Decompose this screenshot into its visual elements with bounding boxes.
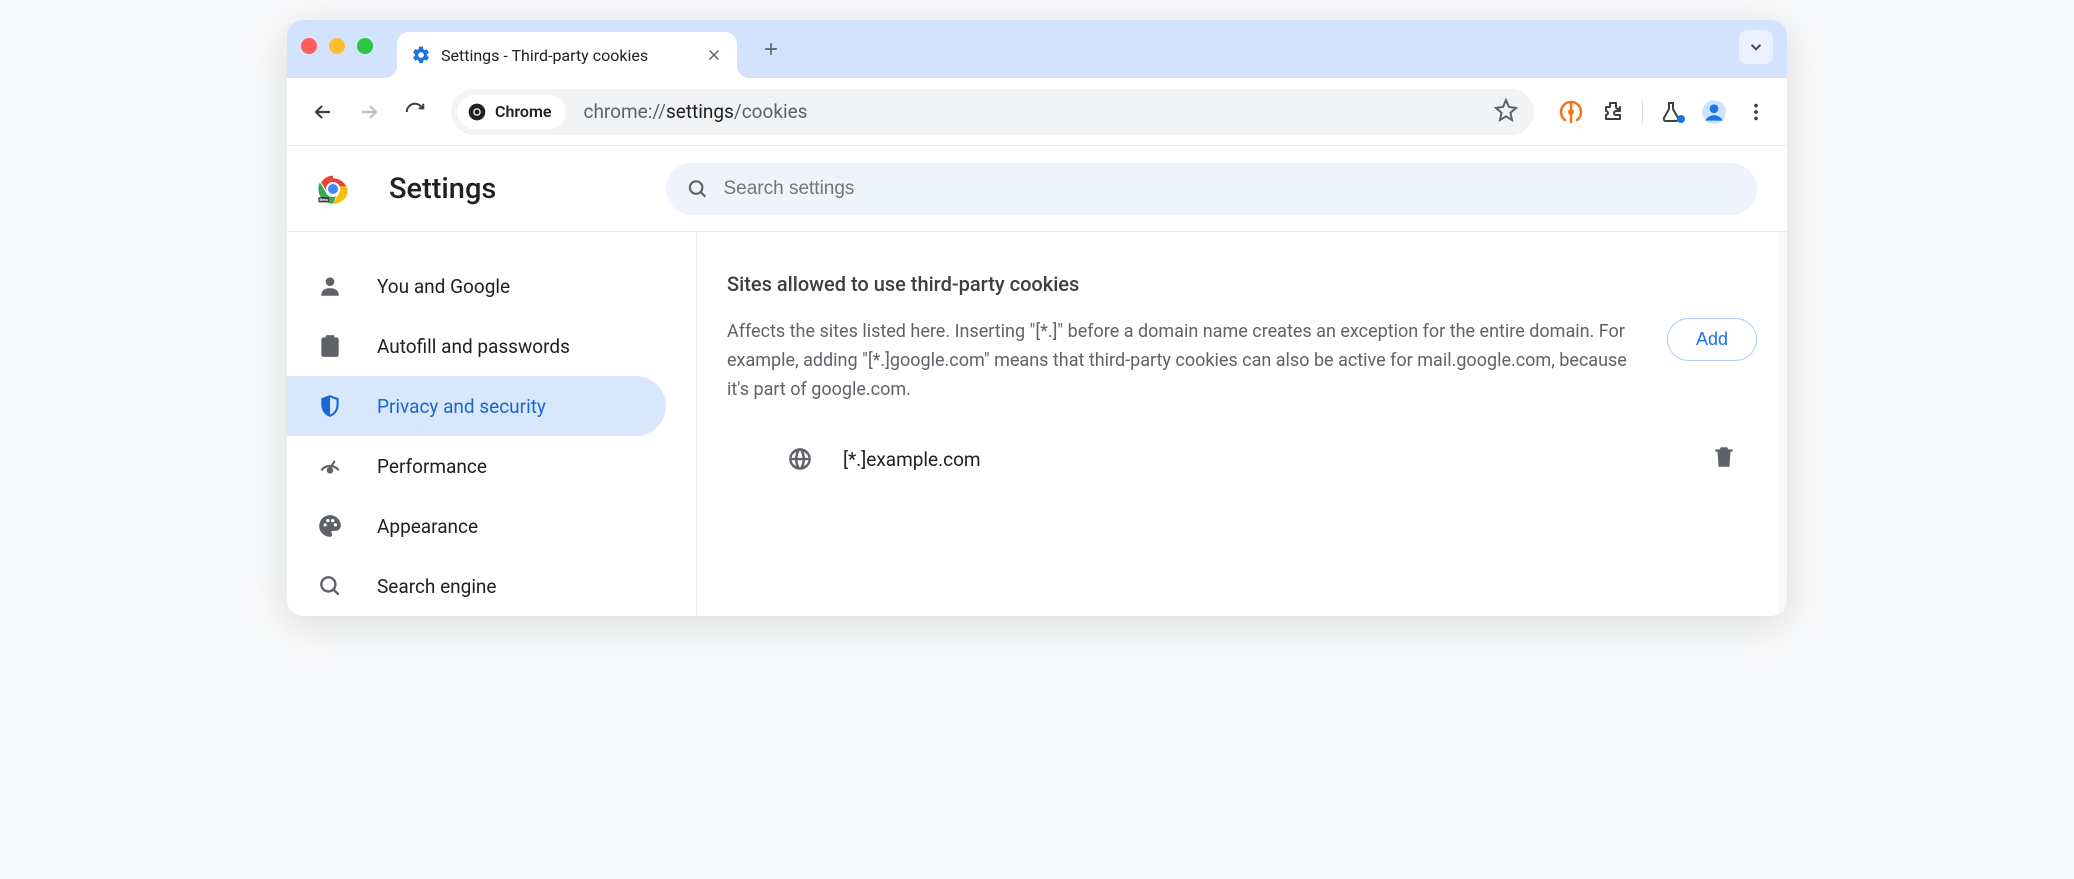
sidebar-label: You and Google [377,275,510,298]
profile-button[interactable] [1701,99,1727,125]
settings-gear-icon [411,45,431,65]
sidebar-label: Autofill and passwords [377,335,570,358]
chevron-down-icon [1747,38,1765,56]
clipboard-icon [317,333,343,359]
search-settings-field[interactable] [666,163,1757,215]
sidebar-label: Performance [377,455,487,478]
person-icon [317,273,343,299]
sidebar-item-search-engine[interactable]: Search engine [287,556,666,616]
svg-text:Beta: Beta [320,197,329,202]
settings-body: You and Google Autofill and passwords Pr… [287,232,1787,616]
reload-button[interactable] [397,94,433,130]
address-bar[interactable]: Chrome chrome://settings/cookies [451,89,1534,135]
arrow-left-icon [311,100,335,124]
sidebar-item-appearance[interactable]: Appearance [287,496,666,556]
palette-icon [317,513,343,539]
minimize-window-button[interactable] [329,38,345,54]
shield-icon [317,393,343,419]
sidebar-item-you-and-google[interactable]: You and Google [287,256,666,316]
sidebar-label: Appearance [377,515,478,538]
close-tab-icon[interactable] [705,46,723,64]
avatar-icon [1701,99,1727,125]
tab-strip: Settings - Third-party cookies [287,20,1787,78]
section-description: Affects the sites listed here. Inserting… [727,318,1637,404]
settings-main-panel: Sites allowed to use third-party cookies… [697,232,1787,616]
delete-site-button[interactable] [1711,444,1737,474]
search-icon [317,573,343,599]
url-text: chrome://settings/cookies [584,100,808,123]
site-chip-label: Chrome [495,102,552,121]
puzzle-icon [1601,100,1625,124]
search-icon [686,177,709,201]
sidebar-item-privacy-security[interactable]: Privacy and security [287,376,666,436]
search-settings-input[interactable] [723,178,1737,200]
sidebar-label: Privacy and security [377,395,546,418]
forward-button[interactable] [351,94,387,130]
kebab-icon [1745,101,1767,123]
window-controls [301,38,373,54]
globe-icon [787,446,813,472]
page-title: Settings [389,172,496,206]
site-chip[interactable]: Chrome [457,95,566,129]
add-button[interactable]: Add [1667,318,1757,361]
maximize-window-button[interactable] [357,38,373,54]
sidebar-label: Search engine [377,575,497,598]
new-tab-button[interactable] [757,35,785,63]
close-window-button[interactable] [301,38,317,54]
tab-search-button[interactable] [1739,30,1773,64]
chrome-logo-icon: Beta [317,173,349,205]
speedometer-icon [317,453,343,479]
labs-button[interactable] [1659,99,1685,125]
toolbar: Chrome chrome://settings/cookies [287,78,1787,146]
sidebar-item-performance[interactable]: Performance [287,436,666,496]
section-description-row: Affects the sites listed here. Inserting… [727,318,1757,404]
settings-header: Beta Settings [287,146,1787,232]
extension-vpn-icon[interactable] [1558,99,1584,125]
arrow-right-icon [357,100,381,124]
browser-window: Settings - Third-party cookies Chrome ch… [287,20,1787,616]
plus-icon [761,39,781,59]
extensions-menu-button[interactable] [1600,99,1626,125]
bookmark-button[interactable] [1494,98,1518,126]
browser-tab[interactable]: Settings - Third-party cookies [397,32,737,78]
sidebar-item-autofill[interactable]: Autofill and passwords [287,316,666,376]
settings-sidebar: You and Google Autofill and passwords Pr… [287,232,697,616]
section-title: Sites allowed to use third-party cookies [727,272,1757,296]
toolbar-divider [1642,100,1643,124]
back-button[interactable] [305,94,341,130]
star-icon [1494,98,1518,122]
notification-dot-icon [1677,115,1685,123]
tab-title: Settings - Third-party cookies [441,46,695,65]
allowed-site-row: [*.]example.com [727,444,1757,474]
chrome-menu-button[interactable] [1743,99,1769,125]
extensions-group [1558,99,1769,125]
reload-icon [404,101,426,123]
trash-icon [1711,444,1737,470]
site-pattern: [*.]example.com [843,448,1681,471]
chrome-icon [467,102,487,122]
page-content: Beta Settings You and Google Autofill an… [287,146,1787,616]
